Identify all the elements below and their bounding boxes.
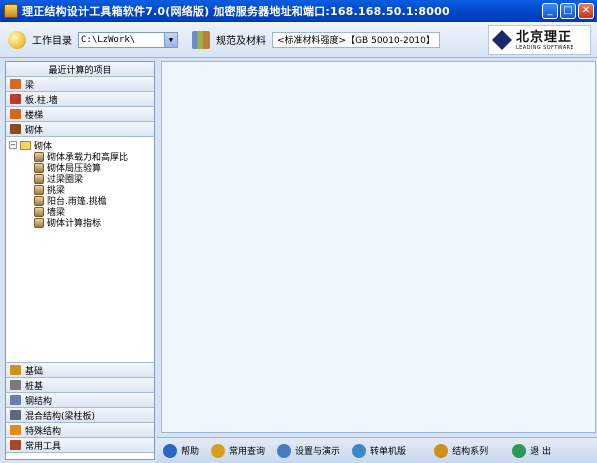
- minimize-button[interactable]: _: [542, 3, 558, 19]
- module-icon: [34, 162, 44, 173]
- sidebar-category-top-0[interactable]: 梁: [6, 77, 154, 92]
- sidebar-category-top-1[interactable]: 板.柱.墙: [6, 92, 154, 107]
- category-icon: [10, 124, 21, 134]
- category-label: 桩基: [25, 381, 44, 392]
- exit-icon: [512, 443, 527, 458]
- gear-icon: [277, 443, 292, 458]
- bottom-button-label: 帮助: [181, 447, 200, 457]
- app-icon: [4, 4, 18, 18]
- module-icon: [34, 217, 44, 228]
- category-icon: [10, 79, 21, 89]
- category-label: 板.柱.墙: [25, 95, 58, 106]
- spec-value: <标准材料强度>【GB 50010-2010】: [272, 31, 440, 48]
- bottom-button-label: 退 出: [530, 447, 551, 457]
- sidebar-category-top-3[interactable]: 砌体: [6, 122, 154, 137]
- category-icon: [10, 380, 21, 390]
- category-icon: [10, 395, 21, 405]
- module-icon: [34, 184, 44, 195]
- spec-button[interactable]: 规范及材料: [216, 32, 266, 47]
- logo-cn-text: 北京理正: [516, 29, 573, 45]
- category-label: 砌体: [25, 125, 44, 136]
- collapse-icon[interactable]: −: [9, 141, 17, 149]
- tree-item[interactable]: 砌体计算指标: [6, 217, 154, 229]
- maximize-button[interactable]: □: [560, 3, 576, 19]
- bottom-button-label: 转单机版: [370, 447, 407, 457]
- title-bar: 理正结构设计工具箱软件7.0(网络版) 加密服务器地址和端口:168.168.5…: [0, 0, 597, 22]
- folder-icon: [8, 30, 26, 49]
- bottom-toolbar: 帮助 常用查询 设置与演示 转单机版 结构系列 退 出: [157, 437, 597, 463]
- standalone-button[interactable]: 转单机版: [352, 443, 407, 458]
- close-button[interactable]: ✕: [578, 3, 594, 19]
- sidebar-category-bottom-4[interactable]: 特殊结构: [6, 423, 154, 438]
- chevron-down-icon[interactable]: ▼: [164, 32, 177, 47]
- category-label: 特殊结构: [25, 426, 62, 437]
- sidebar-category-bottom-2[interactable]: 钢结构: [6, 393, 154, 408]
- category-icon: [10, 440, 21, 450]
- window-title: 理正结构设计工具箱软件7.0(网络版) 加密服务器地址和端口:168.168.5…: [22, 5, 450, 18]
- category-icon: [10, 109, 21, 119]
- category-label: 常用工具: [25, 441, 62, 452]
- bottom-button-label: 结构系列: [452, 447, 489, 457]
- sidebar-category-bottom-5[interactable]: 常用工具: [6, 438, 154, 453]
- tree-view: − 砌体 砌体承载力和高厚比 砌体局压验算 过梁圈梁 挑梁 阳台.雨篷.挑檐 墙梁 砌体计算…: [6, 137, 154, 363]
- help-icon: [163, 443, 177, 458]
- exit-button[interactable]: 退 出: [512, 443, 551, 458]
- tree-item-label: 砌体计算指标: [47, 219, 102, 229]
- help-button[interactable]: 帮助: [163, 443, 200, 458]
- workdir-value: C:\LzWork\: [81, 34, 136, 45]
- sidebar-recent-projects[interactable]: 最近计算的项目: [6, 62, 154, 77]
- books-icon[interactable]: [192, 30, 210, 49]
- query-button[interactable]: 常用查询: [211, 443, 266, 458]
- sidebar-category-bottom-0[interactable]: 基础: [6, 363, 154, 378]
- sidebar: 最近计算的项目 梁板.柱.墙楼梯砌体 − 砌体 砌体承载力和高厚比 砌体局压验算过…: [5, 61, 155, 460]
- module-icon: [34, 195, 44, 206]
- category-label: 混合结构(梁柱板): [25, 411, 96, 422]
- tree-item[interactable]: 过梁圈梁: [6, 173, 154, 185]
- category-label: 钢结构: [25, 396, 53, 407]
- logo-mark-icon: [492, 30, 512, 50]
- module-icon: [34, 206, 44, 217]
- sidebar-category-bottom-1[interactable]: 桩基: [6, 378, 154, 393]
- bottom-button-label: 常用查询: [229, 447, 266, 457]
- module-icon: [34, 173, 44, 184]
- workdir-select[interactable]: C:\LzWork\ ▼: [78, 31, 178, 48]
- folder-open-icon: [20, 140, 31, 150]
- main-workspace: [161, 61, 596, 433]
- bottom-button-label: 设置与演示: [295, 447, 341, 457]
- series-icon: [434, 443, 449, 458]
- logo-en-text: LEADING SOFTWARE: [516, 44, 574, 51]
- settings-demo-button[interactable]: 设置与演示: [277, 443, 341, 458]
- sidebar-category-bottom-3[interactable]: 混合结构(梁柱板): [6, 408, 154, 423]
- tree-item[interactable]: 阳台.雨篷.挑檐: [6, 195, 154, 207]
- category-icon: [10, 94, 21, 104]
- category-label: 梁: [25, 80, 35, 91]
- category-icon: [10, 425, 21, 435]
- structure-series-button[interactable]: 结构系列: [434, 443, 489, 458]
- category-label: 楼梯: [25, 110, 44, 121]
- category-label: 基础: [25, 366, 44, 377]
- workdir-label: 工作目录: [32, 36, 72, 47]
- logo: 北京理正 LEADING SOFTWARE: [488, 25, 591, 55]
- wrench-icon: [211, 443, 226, 458]
- toolbar: 工作目录 C:\LzWork\ ▼ 规范及材料 <标准材料强度>【GB 5001…: [0, 22, 597, 58]
- category-icon: [10, 365, 21, 375]
- window-controls: _ □ ✕: [542, 3, 594, 19]
- category-icon: [10, 410, 21, 420]
- computer-icon: [352, 443, 367, 458]
- module-icon: [34, 151, 44, 162]
- sidebar-category-top-2[interactable]: 楼梯: [6, 107, 154, 122]
